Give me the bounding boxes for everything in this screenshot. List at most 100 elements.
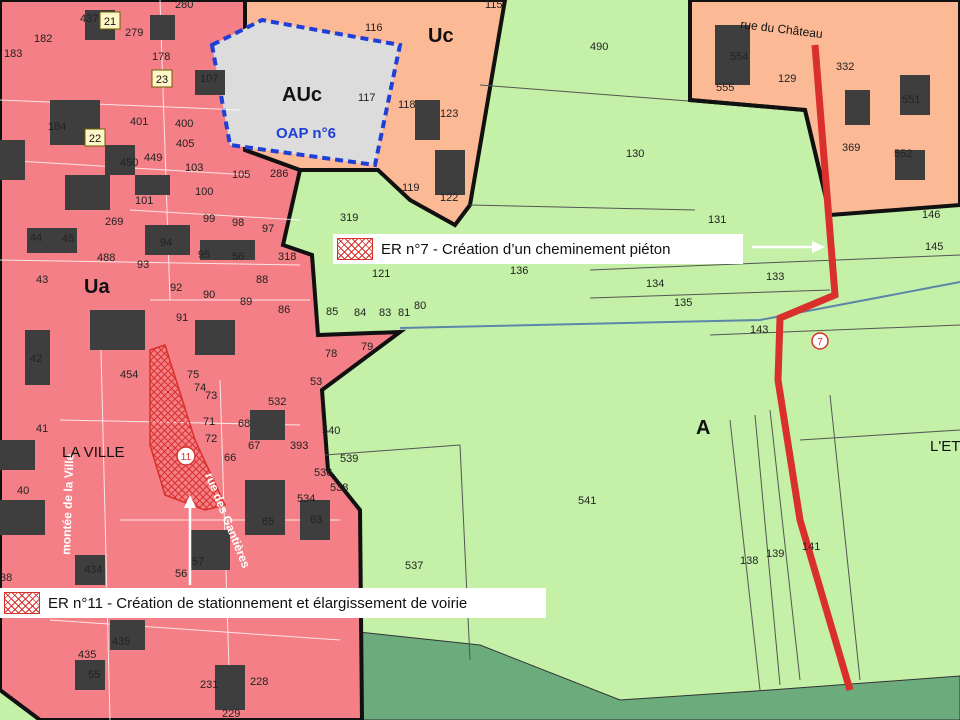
parcel-number: 450 — [120, 157, 138, 169]
parcel-number: 434 — [84, 564, 102, 576]
parcel-number: 552 — [894, 148, 912, 160]
parcel-number: 40 — [17, 485, 29, 497]
parcel-number: 86 — [278, 304, 290, 316]
parcel-number: 66 — [224, 452, 236, 464]
parcel-number: 105 — [232, 169, 250, 181]
parcel-number: 435 — [78, 649, 96, 661]
badge: 21 — [99, 11, 121, 30]
parcel-number: 115 — [485, 0, 503, 11]
parcel-number: 118 — [398, 99, 416, 111]
parcel-number: 534 — [297, 493, 315, 505]
legend-er11: ER n°11 - Création de stationnement et é… — [0, 588, 546, 618]
parcel-number: 41 — [36, 423, 48, 435]
parcel-number: 63 — [310, 514, 322, 526]
parcel-number: 405 — [176, 138, 194, 150]
parcel-number: 369 — [842, 142, 860, 154]
parcel-number: 280 — [175, 0, 193, 11]
parcel-number: 229 — [222, 708, 240, 720]
parcel-number: 332 — [836, 61, 854, 73]
parcel-number: 133 — [766, 271, 784, 283]
parcel-number: 93 — [137, 259, 149, 271]
parcel-number: 107 — [200, 73, 218, 85]
parcel-number: 119 — [402, 182, 420, 194]
parcel-number: 95 — [198, 249, 210, 261]
legend-er7: ER n°7 - Création d’un cheminement piéto… — [333, 234, 743, 264]
er7-marker: 7 — [811, 332, 829, 350]
parcel-number: 135 — [674, 297, 692, 309]
parcel-number: 116 — [365, 22, 383, 34]
parcel-number: 117 — [358, 92, 376, 104]
parcel-number: 81 — [398, 307, 410, 319]
badge-label: 21 — [104, 16, 116, 28]
parcel-number: 55 — [88, 669, 100, 681]
parcel-number: 184 — [48, 121, 66, 133]
parcel-number: 75 — [187, 369, 199, 381]
parcel-number: 145 — [925, 241, 943, 253]
parcel-number: 122 — [440, 192, 458, 204]
place-label-etang: L'ET — [930, 438, 960, 455]
parcel-number: 45 — [62, 233, 74, 245]
badge: 23 — [151, 69, 173, 88]
parcel-number: 101 — [135, 195, 153, 207]
parcel-number: 537 — [405, 560, 423, 572]
parcel-number: 490 — [590, 41, 608, 53]
parcel-number: 540 — [322, 425, 340, 437]
parcel-number: 68 — [238, 418, 250, 430]
parcel-number: 554 — [730, 51, 748, 63]
parcel-number: 279 — [125, 27, 143, 39]
parcel-number: 90 — [203, 289, 215, 301]
parcel-number: 319 — [340, 212, 358, 224]
parcel-number: 136 — [510, 265, 528, 277]
parcel-number: 121 — [372, 268, 390, 280]
parcel-number: 85 — [326, 306, 338, 318]
parcel-number: 56 — [175, 568, 187, 580]
parcel-number: 183 — [4, 48, 22, 60]
parcel-number: 454 — [120, 369, 138, 381]
hatch-swatch-icon — [337, 238, 373, 260]
parcel-number: 73 — [205, 390, 217, 402]
parcel-number: 228 — [250, 676, 268, 688]
parcel-number: 138 — [740, 555, 758, 567]
parcel-number: 99 — [203, 213, 215, 225]
place-label-la-ville: LA VILLE — [62, 444, 125, 461]
parcel-number: 67 — [248, 440, 260, 452]
badge: 22 — [84, 128, 106, 147]
parcel-number: 89 — [240, 296, 252, 308]
parcel-number: 78 — [325, 348, 337, 360]
parcel-number: 72 — [205, 433, 217, 445]
parcel-number: 178 — [152, 51, 170, 63]
parcel-number: 146 — [922, 209, 940, 221]
parcel-number: 541 — [578, 495, 596, 507]
parcel-number: 83 — [379, 307, 391, 319]
parcel-number: 134 — [646, 278, 664, 290]
badge-label: 23 — [156, 74, 168, 86]
parcel-number: 139 — [766, 548, 784, 560]
parcel-number: 143 — [750, 324, 768, 336]
er7-marker-number: 7 — [817, 337, 823, 348]
parcel-number: 286 — [270, 168, 288, 180]
parcel-number: 56 — [232, 251, 244, 263]
parcel-number: 130 — [626, 148, 644, 160]
parcel-number: 53 — [310, 376, 322, 388]
parcel-number: 43 — [36, 274, 48, 286]
zone-label-uc: Uc — [428, 25, 454, 47]
er11-marker-number: 11 — [181, 452, 192, 463]
parcel-number: 536 — [314, 467, 332, 479]
parcel-number: 400 — [175, 118, 193, 130]
legend-er11-text: ER n°11 - Création de stationnement et é… — [48, 594, 468, 612]
parcel-number: 538 — [330, 482, 348, 494]
parcel-number: 92 — [170, 282, 182, 294]
parcel-number: 129 — [778, 73, 796, 85]
parcel-number: 80 — [414, 300, 426, 312]
parcel-number: 449 — [144, 152, 162, 164]
parcel-number: 84 — [354, 307, 366, 319]
parcel-number: 435 — [112, 636, 130, 648]
parcel-number: 182 — [34, 33, 52, 45]
parcel-number: 94 — [160, 237, 172, 249]
parcel-number: 269 — [105, 216, 123, 228]
parcel-number: 88 — [256, 274, 268, 286]
hatch-swatch-icon — [4, 592, 40, 614]
parcel-number: 98 — [232, 217, 244, 229]
zone-label-ua: Ua — [84, 276, 110, 298]
parcel-number: 141 — [802, 541, 820, 553]
